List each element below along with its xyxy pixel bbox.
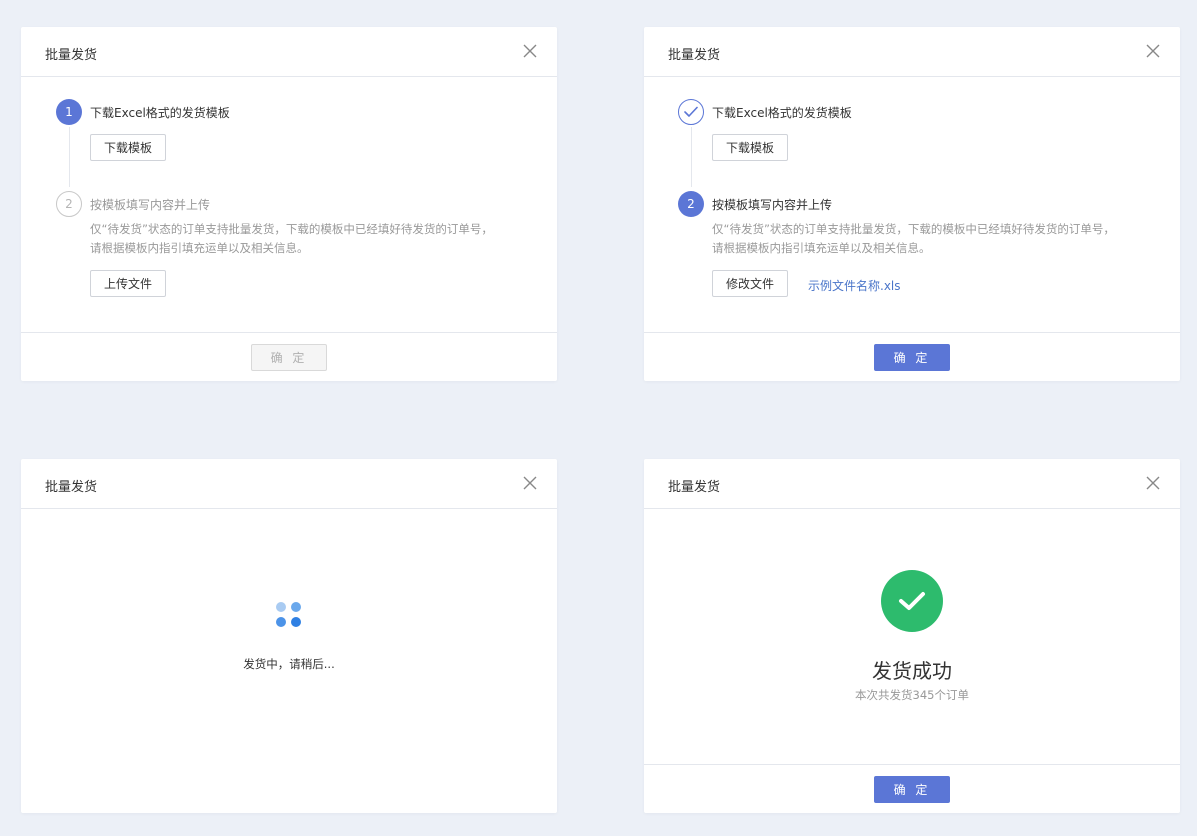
- close-icon[interactable]: [1146, 476, 1160, 490]
- dialog-header: 批量发货: [644, 459, 1180, 509]
- dialog-header: 批量发货: [21, 27, 557, 77]
- dialog-step2: 批量发货 下载Excel格式的发货模板 下载模板 2 按模板填写内容并上传 仅“…: [644, 27, 1180, 381]
- step-2-description: 仅“待发货”状态的订单支持批量发货，下载的模板中已经填好待发货的订单号， 请根据…: [712, 220, 1152, 258]
- success-title: 发货成功: [872, 659, 952, 683]
- modify-file-button[interactable]: 修改文件: [712, 270, 788, 297]
- dialog-step1: 批量发货 1 下载Excel格式的发货模板 下载模板 2 按模板填写内容并上传 …: [21, 27, 557, 381]
- dialog-title: 批量发货: [668, 48, 721, 63]
- loading-dot: [276, 617, 286, 627]
- step-2-desc-line2: 请根据模板内指引填充运单以及相关信息。: [90, 241, 309, 255]
- step-connector: [69, 127, 70, 187]
- step-connector: [691, 127, 692, 187]
- dialog-footer: 确 定: [644, 764, 1180, 813]
- loading-dot: [276, 602, 286, 612]
- download-template-button[interactable]: 下载模板: [712, 134, 788, 161]
- close-icon[interactable]: [523, 476, 537, 490]
- step-2-title: 按模板填写内容并上传: [90, 198, 211, 212]
- close-icon[interactable]: [523, 44, 537, 58]
- step-2-desc-line1: 仅“待发货”状态的订单支持批量发货，下载的模板中已经填好待发货的订单号，: [90, 222, 493, 236]
- step-1-indicator: 1: [56, 99, 82, 125]
- dialog-success: 批量发货 发货成功 本次共发货345个订单 确 定: [644, 459, 1180, 813]
- confirm-button[interactable]: 确 定: [874, 344, 950, 371]
- step-2-title: 按模板填写内容并上传: [712, 198, 833, 212]
- confirm-button-disabled[interactable]: 确 定: [251, 344, 327, 371]
- step-2-desc-line1: 仅“待发货”状态的订单支持批量发货，下载的模板中已经填好待发货的订单号，: [712, 222, 1115, 236]
- check-icon: [684, 106, 698, 117]
- download-template-button[interactable]: 下载模板: [90, 134, 166, 161]
- step-2-description: 仅“待发货”状态的订单支持批量发货，下载的模板中已经填好待发货的订单号， 请根据…: [90, 220, 530, 258]
- dialog-header: 批量发货: [21, 459, 557, 509]
- success-subtitle: 本次共发货345个订单: [855, 688, 969, 702]
- loading-spinner-icon: [276, 602, 302, 628]
- loading-text: 发货中，请稍后...: [243, 657, 335, 671]
- step-1-title: 下载Excel格式的发货模板: [90, 106, 230, 120]
- check-icon: [899, 592, 925, 610]
- dialog-footer: 确 定: [21, 332, 557, 381]
- step-1-done-indicator: [678, 99, 704, 125]
- loading-dot: [291, 602, 301, 612]
- loading-dot: [291, 617, 301, 627]
- uploaded-file-link[interactable]: 示例文件名称.xls: [808, 277, 901, 294]
- confirm-button[interactable]: 确 定: [874, 776, 950, 803]
- dialog-header: 批量发货: [644, 27, 1180, 77]
- step-2-indicator: 2: [56, 191, 82, 217]
- canvas: { "colors": { "primary": "#5b76d6", "suc…: [0, 0, 1197, 836]
- step-1-title: 下载Excel格式的发货模板: [712, 106, 852, 120]
- dialog-title: 批量发货: [668, 480, 721, 495]
- upload-file-button[interactable]: 上传文件: [90, 270, 166, 297]
- dialog-footer: 确 定: [644, 332, 1180, 381]
- dialog-loading: 批量发货 发货中，请稍后...: [21, 459, 557, 813]
- step-2-indicator: 2: [678, 191, 704, 217]
- success-check-icon: [881, 570, 943, 632]
- dialog-title: 批量发货: [45, 48, 98, 63]
- close-icon[interactable]: [1146, 44, 1160, 58]
- dialog-title: 批量发货: [45, 480, 98, 495]
- step-2-desc-line2: 请根据模板内指引填充运单以及相关信息。: [712, 241, 931, 255]
